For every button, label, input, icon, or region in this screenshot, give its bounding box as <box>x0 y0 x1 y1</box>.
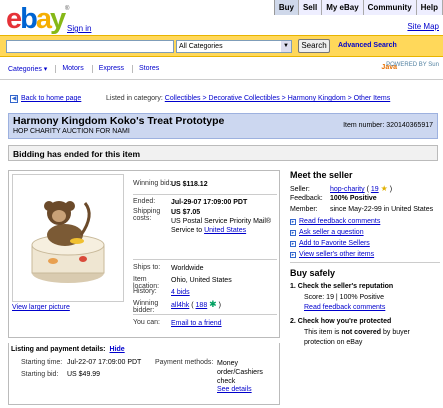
ebay-logo[interactable]: ebay <box>6 3 66 35</box>
category-nav: Categories ▾ Motors Express Stores Java … <box>0 58 443 80</box>
monkey-box-figurine-image <box>31 201 105 283</box>
item-number: Item number: 320140365917 <box>343 122 433 129</box>
check-reputation-step: 1. Check the seller's reputation <box>290 283 394 290</box>
nav-buy[interactable]: Buy <box>274 0 299 15</box>
item-title-bar: Harmony Kingdom Koko's Treat Prototype H… <box>8 113 438 139</box>
ended-value: Jul-29-07 17:09:00 PDT <box>171 199 248 206</box>
sign-in-link[interactable]: Sign in <box>67 24 91 33</box>
nav-my-ebay[interactable]: My eBay <box>322 0 364 15</box>
ended-label: Ended: <box>133 198 156 205</box>
item-subtitle: HOP CHARITY AUCTION FOR NAMI <box>13 128 130 135</box>
chevron-down-icon: ▼ <box>281 41 291 52</box>
buy-safely-heading: Buy safely <box>290 268 336 278</box>
seller-feedback-score[interactable]: 19 <box>371 186 379 193</box>
bidding-ended-text: Bidding has ended for this item <box>13 149 141 159</box>
winning-bidder-link[interactable]: all4hk <box>171 302 189 309</box>
listing-payment-details: Listing and payment details: Hide Startin… <box>8 343 280 405</box>
read-feedback-comments-link[interactable]: Read feedback comments <box>304 304 385 311</box>
winning-bid-value: US $118.12 <box>171 181 208 188</box>
view-seller-items-link[interactable]: ▸ View seller's other items <box>290 251 374 258</box>
payment-see-details-link[interactable]: See details <box>217 386 252 393</box>
item-title: Harmony Kingdom Koko's Treat Prototype <box>13 115 225 127</box>
you-can-label: You can: <box>133 319 160 326</box>
ask-seller-question-link[interactable]: ▸ Ask seller a question <box>290 229 364 236</box>
payment-methods-value: Money order/Cashiers check <box>217 360 263 385</box>
item-location-value: Ohio, United States <box>171 277 232 284</box>
starting-bid-label: Starting bid: <box>21 371 59 378</box>
arrow-bullet-icon: ▸ <box>290 230 296 236</box>
read-feedback-link[interactable]: ▸ Read feedback comments <box>290 218 380 225</box>
feedback-row: Feedback: 100% Positive <box>290 195 377 202</box>
turquoise-star-icon: ✱ <box>209 299 217 309</box>
bidding-ended-banner: Bidding has ended for this item <box>8 145 438 161</box>
search-button[interactable]: Search <box>298 39 330 53</box>
arrow-bullet-icon: ▸ <box>290 241 296 247</box>
search-input[interactable] <box>6 40 174 53</box>
protection-detail: This item is not covered by buyer <box>304 329 410 336</box>
shipping-method: US Postal Service Priority Mail® <box>171 218 272 225</box>
ships-to-value: Worldwide <box>171 265 204 272</box>
item-details-box: View larger picture Winning bid: US $118… <box>8 170 280 338</box>
ships-to-label: Ships to: <box>133 264 161 271</box>
express-link[interactable]: Express <box>99 65 134 73</box>
stores-link[interactable]: Stores <box>139 65 167 73</box>
add-favorite-seller-link[interactable]: ▸ Add to Favorite Sellers <box>290 240 370 247</box>
member-since-value: since May-22-99 in United States <box>330 206 434 213</box>
winning-bidder-label: Winning bidder: <box>133 300 159 314</box>
nav-sell[interactable]: Sell <box>298 0 323 15</box>
hide-link[interactable]: Hide <box>110 346 125 353</box>
view-larger-picture-link[interactable]: View larger picture <box>12 304 70 311</box>
sun-logo: POWERED BY Sun <box>386 62 439 68</box>
advanced-search-link[interactable]: Advanced Search <box>338 42 397 49</box>
shipping-costs-label: Shipping costs: <box>133 208 161 222</box>
feedback-value: 100% Positive <box>330 195 377 202</box>
shipping-service-to: Service to <box>171 227 205 234</box>
back-arrow-icon: ◀ <box>10 95 18 103</box>
payment-methods-label: Payment methods: <box>155 359 214 366</box>
site-map-link[interactable]: Site Map <box>407 22 439 31</box>
categories-menu[interactable]: Categories ▾ <box>8 65 57 73</box>
member-row: Member: since May-22-99 in United States <box>290 206 434 213</box>
starting-time-value: Jul-22-07 17:09:00 PDT <box>67 359 142 366</box>
item-image[interactable] <box>12 174 124 302</box>
email-to-friend-link[interactable]: Email to a friend <box>171 319 277 328</box>
listing-details-header: Listing and payment details: Hide <box>11 346 125 353</box>
winning-bid-label: Winning bid: <box>133 180 172 187</box>
top-navigation: Buy Sell My eBay Community Help <box>273 0 443 15</box>
seller-name-link[interactable]: hop-charity <box>330 186 365 193</box>
category-select[interactable]: All Categories ▼ <box>176 40 292 53</box>
breadcrumb: Listed in category: Collectibles > Decor… <box>106 95 390 102</box>
meet-the-seller-heading: Meet the seller <box>290 170 353 180</box>
bidder-feedback-score[interactable]: 188 <box>196 302 208 309</box>
category-breadcrumb-link[interactable]: Collectibles > Decorative Collectibles >… <box>165 95 390 102</box>
arrow-bullet-icon: ▸ <box>290 219 296 225</box>
search-bar: All Categories ▼ Search Advanced Search <box>0 35 443 57</box>
category-select-value: All Categories <box>179 43 223 50</box>
protection-detail-2: protection on eBay <box>304 339 363 346</box>
logo-trademark: ® <box>65 6 70 12</box>
starting-time-label: Starting time: <box>21 359 63 366</box>
shipping-price: US $7.05 <box>171 209 201 216</box>
bid-history-link[interactable]: 4 bids <box>171 288 277 297</box>
seller-row: Seller: hop-charity ( 19 ★ ) <box>290 184 393 193</box>
check-protection-step: 2. Check how you're protected <box>290 318 392 325</box>
nav-help[interactable]: Help <box>416 0 443 15</box>
shipping-destination-link[interactable]: United States <box>204 227 246 234</box>
shipping-costs-value: US $7.05 US Postal Service Priority Mail… <box>171 208 277 235</box>
yellow-star-icon: ★ <box>380 184 388 193</box>
arrow-bullet-icon: ▸ <box>290 252 296 258</box>
listed-in-label: Listed in category: <box>106 95 163 102</box>
nav-community[interactable]: Community <box>363 0 417 15</box>
winning-bidder-value: all4hk ( 188 ✱ ) <box>171 299 221 310</box>
starting-bid-value: US $49.99 <box>67 371 101 378</box>
motors-link[interactable]: Motors <box>62 65 93 73</box>
history-label: History: <box>133 288 157 295</box>
reputation-score: Score: 19 | 100% Positive <box>304 294 385 301</box>
back-to-home-link[interactable]: ◀ Back to home page <box>10 95 81 103</box>
